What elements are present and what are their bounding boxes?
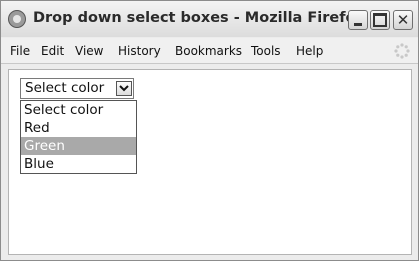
title-bar[interactable]: Drop down select boxes - Mozilla Firefox… bbox=[1, 1, 418, 37]
window-title: Drop down select boxes - Mozilla Firefox bbox=[33, 10, 365, 26]
browser-window: Drop down select boxes - Mozilla Firefox… bbox=[0, 0, 419, 261]
color-select[interactable]: Select color bbox=[20, 78, 134, 99]
menu-file[interactable]: File bbox=[10, 44, 30, 58]
menu-help[interactable]: Help bbox=[296, 44, 323, 58]
select-dropdown-list: Select color Red Green Blue bbox=[20, 100, 137, 174]
chevron-down-icon bbox=[119, 85, 129, 92]
menu-tools[interactable]: Tools bbox=[251, 44, 281, 58]
menu-history[interactable]: History bbox=[118, 44, 161, 58]
option-red[interactable]: Red bbox=[21, 119, 136, 137]
minimize-button[interactable] bbox=[348, 10, 368, 30]
menu-bar: File Edit View History Bookmarks Tools H… bbox=[1, 38, 418, 64]
firefox-icon bbox=[8, 10, 26, 28]
option-select-color[interactable]: Select color bbox=[21, 101, 136, 119]
maximize-button[interactable] bbox=[370, 10, 390, 30]
select-value: Select color bbox=[25, 80, 105, 96]
menu-edit[interactable]: Edit bbox=[41, 44, 64, 58]
option-green[interactable]: Green bbox=[21, 137, 136, 155]
throbber-icon bbox=[394, 43, 410, 59]
close-button[interactable]: ✕ bbox=[393, 10, 413, 30]
menu-view[interactable]: View bbox=[75, 44, 103, 58]
menu-bookmarks[interactable]: Bookmarks bbox=[175, 44, 242, 58]
select-dropdown-button[interactable] bbox=[116, 81, 132, 96]
option-blue[interactable]: Blue bbox=[21, 155, 136, 173]
close-icon: ✕ bbox=[396, 10, 410, 29]
